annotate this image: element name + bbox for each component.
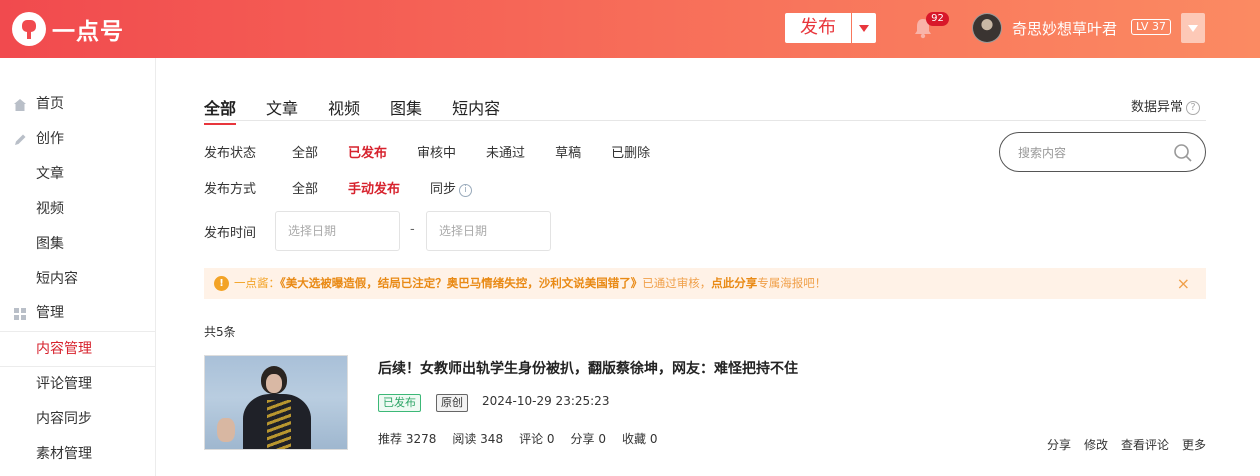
sidebar-item-label: 图集 — [36, 236, 64, 252]
article-actions: 分享 修改 查看评论 更多 — [1034, 436, 1206, 453]
sidebar-item-label: 内容管理 — [36, 341, 92, 357]
original-badge: 原创 — [436, 394, 468, 412]
sidebar-item-comment-management[interactable]: 评论管理 — [0, 367, 155, 402]
status-option-deleted[interactable]: 已删除 — [611, 142, 650, 161]
sidebar-item-article[interactable]: 文章 — [0, 157, 155, 192]
content-type-tabs: 全部 文章 视频 图集 短内容 — [204, 95, 530, 125]
status-badge: 已发布 — [378, 394, 421, 412]
article-thumbnail[interactable] — [204, 355, 348, 450]
share-button[interactable]: 分享 — [1047, 436, 1071, 453]
sidebar-item-label: 素材管理 — [36, 446, 92, 462]
method-option-sync-label: 同步 — [430, 182, 457, 197]
logo-icon — [12, 12, 46, 46]
top-bar: 一点号 发布 92 奇思妙想草叶君 LV 37 — [0, 0, 1260, 58]
method-filter-label: 发布方式 — [204, 182, 257, 197]
stat-favorite: 收藏 0 — [622, 432, 658, 446]
notice-share-link[interactable]: 点此分享 — [711, 276, 757, 290]
data-anomaly-link[interactable]: 数据异常? — [1131, 96, 1201, 115]
sidebar-item-create[interactable]: 创作 — [0, 122, 155, 157]
more-button[interactable]: 更多 — [1182, 436, 1206, 453]
sidebar-item-label: 内容同步 — [36, 411, 92, 427]
status-option-reviewing[interactable]: 审核中 — [417, 142, 456, 161]
publish-button[interactable]: 发布 — [785, 13, 851, 43]
sidebar-item-content-sync[interactable]: 内容同步 — [0, 402, 155, 437]
stat-read: 阅读 348 — [452, 432, 504, 446]
sidebar: 首页 创作 文章 视频 图集 短内容 管理 内容管理 评论管理 内容同步 素材管… — [0, 58, 156, 476]
search-icon[interactable] — [1173, 143, 1193, 163]
level-badge: LV 37 — [1131, 19, 1171, 35]
search-box — [999, 132, 1206, 172]
sidebar-item-material-management[interactable]: 素材管理 — [0, 437, 155, 472]
notice-article-title[interactable]: 《美大选被曝造假，结局已注定？奥巴马情绪失控，沙利文说美国错了》 — [280, 276, 642, 290]
home-icon — [14, 99, 26, 111]
time-filter-label: 发布时间 — [204, 226, 257, 241]
tab-short-content[interactable]: 短内容 — [452, 95, 500, 123]
start-date-input[interactable]: 选择日期 — [275, 211, 400, 251]
status-option-published[interactable]: 已发布 — [348, 142, 387, 161]
method-filter: 发布方式 全部 手动发布 同步 i — [204, 178, 473, 197]
sidebar-item-manage[interactable]: 管理 — [0, 296, 155, 331]
sidebar-item-content-management[interactable]: 内容管理 — [0, 332, 155, 367]
grid-icon — [14, 308, 26, 320]
status-filter: 发布状态 全部 已发布 审核中 未通过 草稿 已删除 — [204, 142, 680, 161]
close-icon[interactable]: × — [1177, 268, 1190, 299]
sidebar-item-home[interactable]: 首页 — [0, 87, 155, 122]
avatar[interactable] — [972, 13, 1002, 43]
view-comments-button[interactable]: 查看评论 — [1121, 436, 1169, 453]
sidebar-item-gallery[interactable]: 图集 — [0, 227, 155, 262]
notification-badge: 92 — [926, 12, 949, 26]
search-input[interactable] — [1018, 143, 1168, 163]
review-notice-banner: ! 一点酱：《美大选被曝造假，结局已注定？奥巴马情绪失控，沙利文说美国错了》已通… — [204, 268, 1206, 299]
method-option-manual[interactable]: 手动发布 — [348, 178, 400, 197]
tab-video[interactable]: 视频 — [328, 95, 360, 123]
sidebar-item-label: 评论管理 — [36, 376, 92, 392]
stat-recommend: 推荐 3278 — [378, 432, 437, 446]
tab-gallery[interactable]: 图集 — [390, 95, 422, 123]
article-title[interactable]: 后续！女教师出轨学生身份被扒，翻版蔡徐坤，网友：难怪把持不住 — [378, 358, 798, 378]
logo[interactable]: 一点号 — [12, 12, 124, 46]
info-icon[interactable]: i — [459, 184, 473, 197]
question-icon[interactable]: ? — [1186, 101, 1201, 115]
tab-all[interactable]: 全部 — [204, 95, 237, 125]
status-filter-label: 发布状态 — [204, 146, 257, 161]
notice-icon: ! — [214, 276, 229, 291]
publish-dropdown-caret-icon[interactable] — [852, 13, 876, 43]
sidebar-item-label: 文章 — [36, 166, 64, 182]
notice-middle: 已通过审核， — [642, 276, 712, 290]
method-option-sync[interactable]: 同步 i — [430, 178, 473, 197]
status-option-draft[interactable]: 草稿 — [555, 142, 581, 161]
tab-article[interactable]: 文章 — [266, 95, 298, 123]
sidebar-item-video[interactable]: 视频 — [0, 192, 155, 227]
sidebar-item-label: 视频 — [36, 201, 64, 217]
status-option-rejected[interactable]: 未通过 — [486, 142, 525, 161]
tabs-divider — [204, 120, 1206, 121]
article-stats: 推荐 3278 阅读 348 评论 0 分享 0 收藏 0 — [378, 430, 673, 447]
user-menu-caret-icon[interactable] — [1181, 13, 1205, 43]
publish-time: 2024-10-29 23:25:23 — [482, 394, 610, 408]
username[interactable]: 奇思妙想草叶君 — [1012, 18, 1117, 39]
notice-prefix: 一点酱： — [234, 276, 280, 290]
logo-text: 一点号 — [52, 19, 124, 45]
sidebar-item-label: 首页 — [36, 96, 64, 112]
stat-comment: 评论 0 — [519, 432, 555, 446]
stat-share: 分享 0 — [570, 432, 606, 446]
method-option-all[interactable]: 全部 — [292, 178, 318, 197]
edit-button[interactable]: 修改 — [1084, 436, 1108, 453]
end-date-input[interactable]: 选择日期 — [426, 211, 551, 251]
sidebar-item-label: 创作 — [36, 131, 64, 147]
data-anomaly-label: 数据异常 — [1131, 100, 1184, 115]
notice-tail: 专属海报吧！ — [757, 276, 827, 290]
pen-icon — [15, 134, 26, 145]
sidebar-item-label: 短内容 — [36, 271, 78, 287]
date-separator: - — [410, 222, 415, 237]
status-option-all[interactable]: 全部 — [292, 142, 318, 161]
publish-control: 发布 — [785, 13, 876, 43]
sidebar-item-label: 管理 — [36, 305, 64, 321]
total-count: 共5条 — [204, 325, 236, 339]
sidebar-item-short-content[interactable]: 短内容 — [0, 262, 155, 297]
notice-text: 一点酱：《美大选被曝造假，结局已注定？奥巴马情绪失控，沙利文说美国错了》已通过审… — [234, 268, 826, 299]
